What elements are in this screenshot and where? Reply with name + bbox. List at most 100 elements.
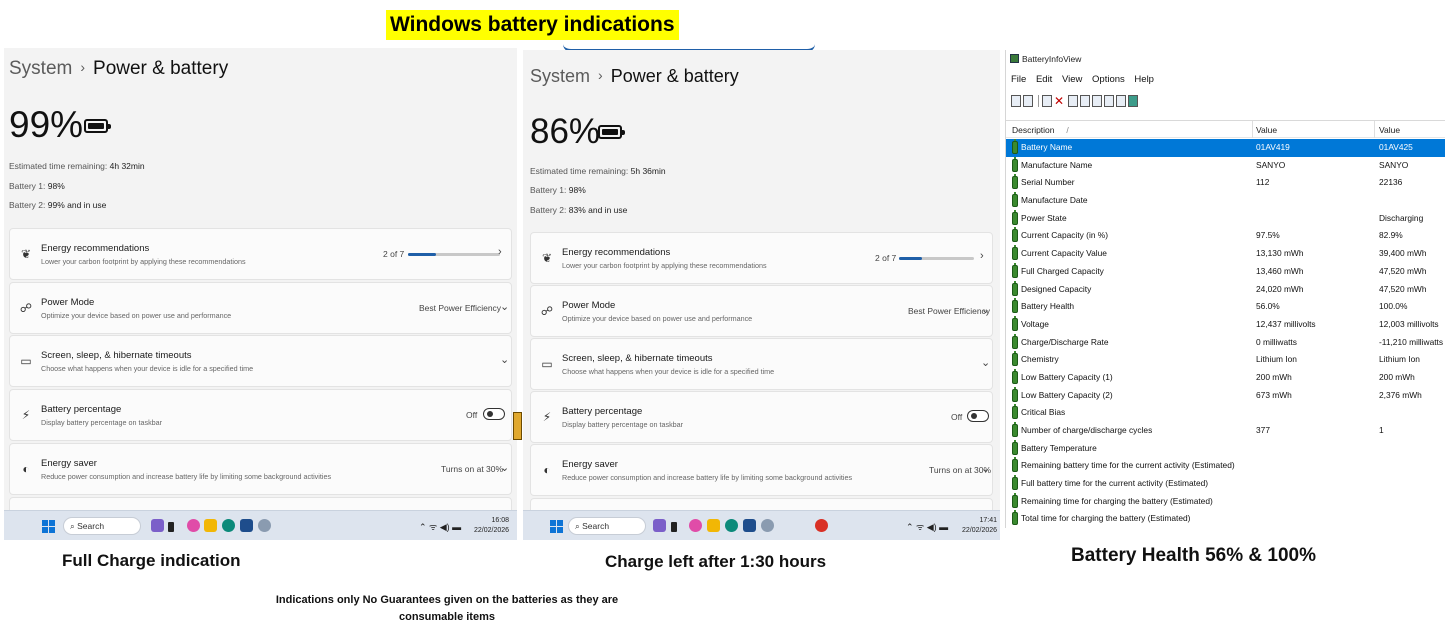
taskbar-search[interactable]: ⌕ Search	[568, 517, 646, 535]
breadcrumb-system[interactable]: System	[9, 58, 72, 79]
screen-sleep-card[interactable]: ▭ Screen, sleep, & hibernate timeouts Ch…	[9, 335, 512, 387]
table-row[interactable]: Battery Temperature	[1006, 439, 1445, 458]
table-row[interactable]: Current Capacity (in %) 97.5% 82.9%	[1006, 227, 1445, 245]
energy-saver-card[interactable]: ◐ Energy saver Reduce power consumption …	[9, 443, 512, 495]
power-mode-card[interactable]: ☍ Power Mode Optimize your device based …	[9, 282, 512, 334]
breadcrumb: System › Power & battery	[9, 58, 228, 80]
file-icon[interactable]	[671, 522, 677, 532]
power-mode-icon: ☍	[540, 304, 554, 318]
taskbar-clock[interactable]: 17:41 22/02/2026	[962, 516, 997, 536]
menu-options[interactable]: Options	[1092, 74, 1125, 85]
table-row[interactable]: Total time for charging the battery (Est…	[1006, 510, 1445, 528]
screen-sleep-card[interactable]: ▭ Screen, sleep, & hibernate timeouts Ch…	[530, 338, 993, 390]
row-description: Manufacture Name	[1021, 159, 1093, 170]
power-mode-dropdown[interactable]: Best Power Efficiency	[908, 306, 990, 316]
save-icon[interactable]	[1068, 94, 1079, 107]
menu-edit[interactable]: Edit	[1036, 74, 1052, 85]
store-icon[interactable]	[240, 519, 253, 532]
table-row[interactable]: Number of charge/discharge cycles 377 1	[1006, 422, 1445, 440]
menu-view[interactable]: View	[1062, 74, 1082, 85]
table-row[interactable]: Voltage 12,437 millivolts 12,003 millivolt…	[1006, 315, 1445, 334]
copilot-icon[interactable]	[689, 519, 702, 532]
folder-icon[interactable]	[204, 519, 217, 532]
energy-saver-card[interactable]: ◐ Energy saver Reduce power consumption …	[530, 444, 993, 496]
battery-percentage-toggle[interactable]	[967, 410, 989, 422]
column-divider[interactable]	[1374, 121, 1375, 138]
table-row[interactable]: Battery Name 01AV419 01AV425	[1006, 139, 1445, 157]
table-row[interactable]: Low Battery Capacity (1) 200 mWh 200 mWh	[1006, 368, 1445, 387]
card-title: Screen, sleep, & hibernate timeouts	[562, 353, 713, 364]
card-subtitle: Lower your carbon footprint by applying …	[41, 257, 246, 266]
battery-1-status: Battery 1: 98%	[9, 181, 65, 191]
app-red-icon[interactable]	[815, 519, 828, 532]
table-row[interactable]: Chemistry Lithium Ion Lithium Ion	[1006, 351, 1445, 369]
col-value-1[interactable]: Value	[1256, 125, 1277, 135]
table-row[interactable]: Power State Discharging	[1006, 209, 1445, 228]
leaf-icon: ❦	[20, 247, 32, 261]
table-row[interactable]: Critical Bias	[1006, 404, 1445, 422]
html-report-icon[interactable]	[1104, 94, 1115, 107]
windows-start-icon[interactable]	[42, 520, 55, 533]
table-row[interactable]: Designed Capacity 24,020 mWh 47,520 mWh	[1006, 280, 1445, 299]
summary-mode-icon[interactable]	[1011, 94, 1021, 107]
store-icon[interactable]	[743, 519, 756, 532]
taskbar-clock[interactable]: 16:08 22/02/2026	[474, 516, 509, 536]
table-row[interactable]: Manufacture Date	[1006, 192, 1445, 210]
edge-icon[interactable]	[222, 519, 235, 532]
windows-start-icon[interactable]	[550, 520, 563, 533]
battery-percentage-toggle[interactable]	[483, 408, 505, 420]
table-row[interactable]: Full Charged Capacity 13,460 mWh 47,520 mW…	[1006, 262, 1445, 281]
exit-icon[interactable]	[1128, 94, 1139, 107]
breadcrumb-system[interactable]: System	[530, 66, 590, 86]
power-mode-dropdown[interactable]: Best Power Efficiency	[419, 303, 501, 313]
table-row[interactable]: Low Battery Capacity (2) 673 mWh 2,376 mWh	[1006, 386, 1445, 405]
table-row[interactable]: Remaining time for charging the battery …	[1006, 492, 1445, 511]
edge-icon[interactable]	[725, 519, 738, 532]
settings-gear-icon[interactable]	[258, 519, 271, 532]
find-icon[interactable]	[1116, 94, 1127, 107]
system-tray-icons[interactable]: ⌃ ᯤ ◀) ▬	[419, 520, 461, 533]
card-subtitle: Choose what happens when your device is …	[562, 367, 775, 376]
estimated-time: Estimated time remaining: 4h 32min	[9, 161, 145, 171]
power-mode-card[interactable]: ☍ Power Mode Optimize your device based …	[530, 285, 993, 337]
energy-recommendations-card[interactable]: ❦ Energy recommendations Lower your carb…	[530, 232, 993, 284]
menu-help[interactable]: Help	[1134, 74, 1154, 85]
table-row[interactable]: Current Capacity Value 13,130 mWh 39,400 m…	[1006, 245, 1445, 263]
properties-icon[interactable]	[1042, 94, 1052, 107]
table-row[interactable]: Remaining battery time for the current a…	[1006, 457, 1445, 475]
energy-saver-icon: ◐	[22, 462, 30, 476]
energy-recommendations-card[interactable]: ❦ Energy recommendations Lower your carb…	[9, 228, 512, 280]
folder-icon[interactable]	[707, 519, 720, 532]
refresh-icon[interactable]	[1080, 94, 1091, 107]
battery-icon	[1012, 457, 1018, 473]
toolbar-separator	[1038, 94, 1039, 107]
widgets-icon[interactable]	[653, 519, 666, 532]
table-row[interactable]: Charge/Discharge Rate 0 milliwatts -11,210…	[1006, 333, 1445, 352]
delete-icon[interactable]: ✕	[1054, 94, 1064, 108]
table-row[interactable]: Serial Number 112 22136	[1006, 174, 1445, 192]
system-tray-icons[interactable]: ⌃ ᯤ ◀) ▬	[906, 520, 948, 533]
card-subtitle: Optimize your device based on power use …	[562, 314, 753, 323]
table-row[interactable]: Manufacture Name SANYO SANYO	[1006, 156, 1445, 175]
row-description: Serial Number	[1021, 177, 1075, 188]
copilot-icon[interactable]	[187, 519, 200, 532]
table-row[interactable]: Full battery time for the current activi…	[1006, 475, 1445, 493]
row-description: Power State	[1021, 212, 1067, 223]
row-value-1: 0 milliwatts	[1256, 336, 1297, 347]
col-value-2[interactable]: Value	[1379, 125, 1400, 135]
row-description: Designed Capacity	[1021, 283, 1092, 294]
row-value-1: 24,020 mWh	[1256, 283, 1304, 294]
row-description: Number of charge/discharge cycles	[1021, 425, 1153, 435]
widgets-icon[interactable]	[151, 519, 164, 532]
log-mode-icon[interactable]	[1023, 94, 1033, 107]
file-icon[interactable]	[168, 522, 174, 532]
battery-icon	[1012, 315, 1018, 331]
table-row[interactable]: Battery Health 56.0% 100.0%	[1006, 298, 1445, 316]
taskbar-search[interactable]: ⌕ Search	[63, 517, 141, 535]
column-divider[interactable]	[1252, 121, 1253, 138]
col-description[interactable]: Description /	[1012, 125, 1069, 135]
copy-icon[interactable]	[1092, 94, 1103, 107]
settings-gear-icon[interactable]	[761, 519, 774, 532]
card-subtitle: Lower your carbon footprint by applying …	[562, 261, 767, 270]
menu-file[interactable]: File	[1011, 74, 1026, 85]
